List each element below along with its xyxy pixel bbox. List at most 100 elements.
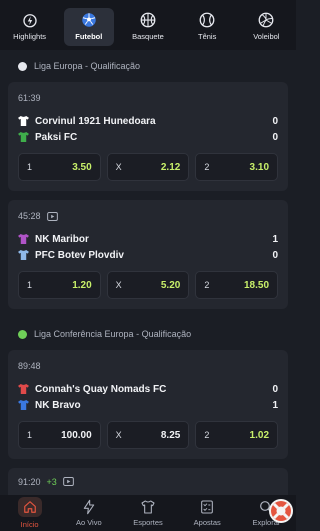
odd-value: 5.20 bbox=[160, 279, 181, 291]
live-matches-list: Liga Europa - Qualificação 61:39 Corvinu… bbox=[0, 50, 296, 495]
nav-inicio[interactable]: Início bbox=[0, 495, 59, 531]
teams: NK Maribor 1 PFC Botev Plovdiv 0 bbox=[18, 231, 278, 263]
odd-label: 2 bbox=[204, 280, 210, 290]
lightning-live-icon bbox=[83, 499, 94, 515]
europa-league-icon bbox=[18, 61, 27, 71]
away-team-row: Paksi FC 0 bbox=[18, 129, 278, 145]
home-score: 0 bbox=[272, 115, 278, 127]
away-team-name: NK Bravo bbox=[35, 399, 81, 411]
match-time: 91:20 bbox=[18, 477, 41, 487]
tab-highlights[interactable]: Highlights bbox=[5, 8, 55, 46]
away-score: 0 bbox=[272, 249, 278, 261]
support-lifebuoy-icon[interactable] bbox=[268, 498, 294, 524]
league-name: Liga Conferência Europa - Qualificação bbox=[34, 329, 192, 339]
home-shirt-icon bbox=[18, 116, 29, 126]
extra-markets-count: +3 bbox=[46, 477, 57, 487]
nav-label: Início bbox=[20, 520, 39, 529]
match-card[interactable]: 91:20 +3 bbox=[8, 468, 288, 495]
odd-button-draw[interactable]: X 5.20 bbox=[106, 271, 190, 299]
nav-label: Ao Vivo bbox=[75, 518, 102, 527]
odd-button-home[interactable]: 1 1.20 bbox=[18, 271, 101, 299]
tennis-ball-icon bbox=[199, 12, 215, 28]
league-name: Liga Europa - Qualificação bbox=[34, 61, 141, 71]
odd-label: 2 bbox=[204, 430, 210, 440]
home-team-row: Corvinul 1921 Hunedoara 0 bbox=[18, 113, 278, 129]
odd-button-draw[interactable]: X 2.12 bbox=[106, 153, 190, 181]
teams: Connah's Quay Nomads FC 0 NK Bravo 1 bbox=[18, 381, 278, 413]
match-time: 61:39 bbox=[18, 93, 41, 103]
home-team-name: NK Maribor bbox=[35, 233, 89, 245]
odd-value: 18.50 bbox=[243, 279, 270, 291]
odd-value: 1.02 bbox=[249, 429, 270, 441]
live-stream-icon bbox=[46, 211, 58, 221]
tab-tenis[interactable]: Tênis bbox=[182, 8, 232, 46]
away-shirt-icon bbox=[18, 400, 29, 410]
home-team-row: NK Maribor 1 bbox=[18, 231, 278, 247]
odd-label: 1 bbox=[27, 430, 33, 440]
odd-value: 2.12 bbox=[160, 161, 181, 173]
odd-label: X bbox=[115, 430, 122, 440]
nav-label: Apostas bbox=[193, 518, 221, 527]
away-team-name: Paksi FC bbox=[35, 131, 78, 143]
tab-basquete-label: Basquete bbox=[132, 32, 164, 41]
odd-label: 1 bbox=[27, 162, 33, 172]
match-time: 89:48 bbox=[18, 361, 41, 371]
odd-label: 1 bbox=[27, 280, 33, 290]
odd-button-away[interactable]: 2 3.10 bbox=[195, 153, 279, 181]
nav-label: Esportes bbox=[133, 518, 163, 527]
away-team-name: PFC Botev Plovdiv bbox=[35, 249, 124, 261]
match-card[interactable]: 89:48 Connah's Quay Nomads FC 0 NK Bravo… bbox=[8, 350, 288, 459]
match-card[interactable]: 45:28 NK Maribor 1 PFC Botev Plovdiv 0 1… bbox=[8, 200, 288, 309]
match-clock: 89:48 bbox=[18, 359, 278, 373]
away-shirt-icon bbox=[18, 250, 29, 260]
odd-button-away[interactable]: 2 1.02 bbox=[195, 421, 279, 449]
tab-basquete[interactable]: Basquete bbox=[123, 8, 173, 46]
odd-label: X bbox=[115, 280, 122, 290]
away-score: 1 bbox=[272, 399, 278, 411]
match-time: 45:28 bbox=[18, 211, 41, 221]
home-icon-bg bbox=[17, 497, 42, 517]
home-team-name: Corvinul 1921 Hunedoara bbox=[35, 115, 156, 127]
odd-button-home[interactable]: 1 100.00 bbox=[18, 421, 101, 449]
odd-value: 8.25 bbox=[160, 429, 181, 441]
home-shirt-icon bbox=[18, 234, 29, 244]
away-team-row: PFC Botev Plovdiv 0 bbox=[18, 247, 278, 263]
teams: Corvinul 1921 Hunedoara 0 Paksi FC 0 bbox=[18, 113, 278, 145]
odd-label: X bbox=[115, 162, 122, 172]
sports-tab-bar: Highlights Futebol Basquete Tênis Voleib… bbox=[0, 0, 296, 50]
home-score: 1 bbox=[272, 233, 278, 245]
jersey-icon bbox=[141, 500, 155, 514]
live-stream-icon bbox=[62, 477, 74, 486]
odd-value: 1.20 bbox=[72, 279, 92, 291]
bottom-navigation: Início Ao Vivo Esportes Apostas Explorar bbox=[0, 495, 296, 531]
soccer-ball-icon bbox=[82, 13, 96, 27]
odds-row: 1 1.20 X 5.20 2 18.50 bbox=[18, 271, 279, 299]
odds-row: 1 3.50 X 2.12 2 3.10 bbox=[18, 153, 279, 181]
league-header[interactable]: Liga Conferência Europa - Qualificação bbox=[0, 318, 296, 350]
odd-button-home[interactable]: 1 3.50 bbox=[18, 153, 101, 181]
nav-esportes[interactable]: Esportes bbox=[118, 495, 177, 531]
odd-value: 3.10 bbox=[249, 161, 270, 173]
league-header[interactable]: Liga Europa - Qualificação bbox=[0, 50, 296, 82]
odd-label: 2 bbox=[204, 162, 210, 172]
tab-tenis-label: Tênis bbox=[197, 32, 217, 41]
tab-futebol[interactable]: Futebol bbox=[63, 8, 114, 46]
odd-value: 3.50 bbox=[72, 161, 92, 173]
nav-ao-vivo[interactable]: Ao Vivo bbox=[59, 495, 118, 531]
home-shirt-icon bbox=[18, 384, 29, 394]
home-icon bbox=[23, 501, 36, 513]
home-team-name: Connah's Quay Nomads FC bbox=[35, 383, 167, 395]
match-card[interactable]: 61:39 Corvinul 1921 Hunedoara 0 Paksi FC… bbox=[8, 82, 288, 191]
away-shirt-icon bbox=[18, 132, 29, 142]
betslip-icon bbox=[201, 500, 214, 514]
away-score: 0 bbox=[272, 131, 278, 143]
tab-voleibol-label: Voleibol bbox=[253, 32, 280, 41]
odd-button-away[interactable]: 2 18.50 bbox=[195, 271, 279, 299]
tab-voleibol[interactable]: Voleibol bbox=[241, 8, 291, 46]
away-team-row: NK Bravo 1 bbox=[18, 397, 278, 413]
basketball-icon bbox=[140, 12, 156, 28]
odd-button-draw[interactable]: X 8.25 bbox=[106, 421, 190, 449]
nav-apostas[interactable]: Apostas bbox=[178, 495, 237, 531]
tab-highlights-label: Highlights bbox=[13, 32, 47, 41]
volleyball-icon bbox=[258, 12, 274, 28]
